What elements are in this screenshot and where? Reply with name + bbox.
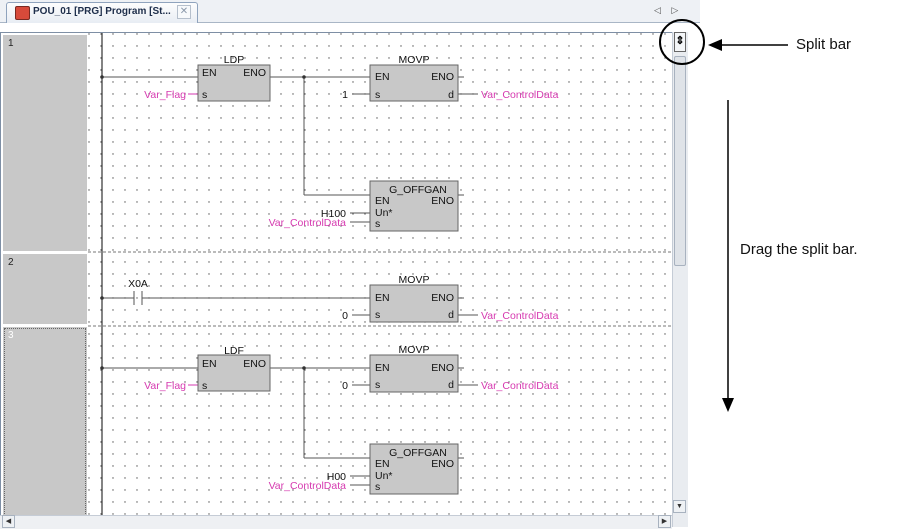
annotation-overlay <box>659 19 788 412</box>
split-bar-label: Split bar <box>796 36 852 53</box>
arrowhead-left-icon <box>708 39 722 51</box>
arrowhead-down-icon <box>722 398 734 412</box>
drag-hint-label: Drag the split bar. <box>740 241 858 258</box>
highlight-circle <box>659 19 705 65</box>
